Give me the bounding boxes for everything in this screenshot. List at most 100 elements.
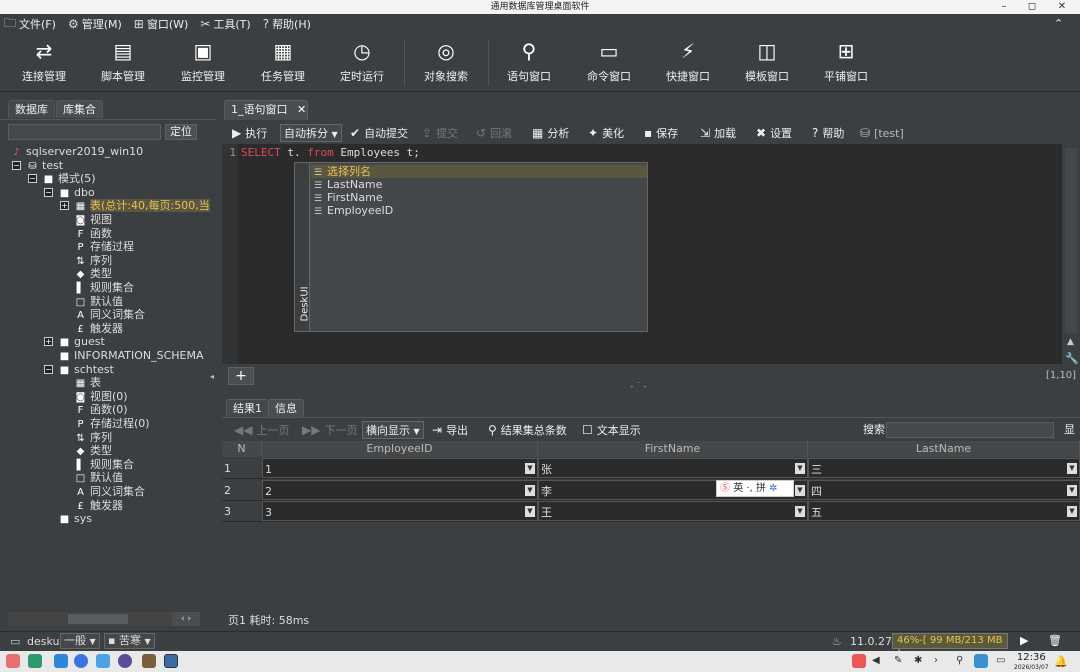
memory-indicator[interactable]: 46%-[ 99 MB/213 MB ] [892, 633, 1008, 660]
collapse-node-icon[interactable]: − [44, 364, 53, 374]
table-cell[interactable]: 张 ▼ [538, 458, 808, 478]
tree-node[interactable]: ⛁ test [26, 159, 63, 172]
toolbar-connection-manager[interactable]: ⇄ 连接管理 [6, 34, 82, 92]
tree-node[interactable]: ⇅ 序列 [74, 431, 112, 444]
pen-icon[interactable]: ✎ [894, 655, 902, 666]
autocomplete-item[interactable]: ☰ LastName [311, 178, 647, 191]
tree-node[interactable]: ▦ 表(总计:40,每页:500,当 [74, 199, 210, 213]
table-row[interactable]: 3 3 ▼ 王 ▼ 五 ▼ [222, 501, 1080, 522]
column-header[interactable]: EmployeeID [262, 441, 538, 457]
scrollbar-track[interactable] [1065, 148, 1077, 333]
save-button[interactable]: ▪ 保存 [644, 124, 678, 142]
cell-dropdown-icon[interactable]: ▼ [795, 463, 805, 474]
tree-node[interactable]: □ 默认值 [74, 471, 123, 484]
trash-icon[interactable]: 🗑 [1048, 634, 1062, 647]
scroll-up-icon[interactable]: ▲ [1067, 337, 1074, 347]
clock[interactable]: 12:36 2026/03/07 [1014, 653, 1049, 672]
table-row[interactable]: 1 1 ▼ 张 ▼ 三 ▼ [222, 458, 1080, 479]
tree-node[interactable]: ▌ 规则集合 [74, 281, 134, 294]
table-cell[interactable]: 王 ▼ [538, 501, 808, 521]
settings-button[interactable]: ✖ 设置 [756, 124, 792, 142]
toolbar-scheduled-run[interactable]: ◷ 定时运行 [324, 34, 400, 92]
collapse-node-icon[interactable]: − [12, 160, 21, 170]
network-tray-icon[interactable] [974, 654, 988, 668]
menu-window[interactable]: ⊞ 窗口(W) [134, 16, 189, 32]
menu-manage[interactable]: ⚙ 管理(M) [68, 16, 122, 32]
cell-dropdown-icon[interactable]: ▼ [795, 484, 805, 496]
table-cell[interactable]: 五 ▼ [808, 501, 1080, 521]
app-icon[interactable] [142, 654, 156, 668]
expand-node-icon[interactable]: + [60, 201, 69, 211]
current-database[interactable]: ⛁ [test] [860, 124, 904, 142]
toolbar-script-manager[interactable]: ▤ 脚本管理 [85, 34, 161, 92]
toolbar-template-window[interactable]: ◫ 模板窗口 [729, 34, 805, 92]
export-button[interactable]: ⇥ 导出 [432, 421, 468, 439]
collapse-node-icon[interactable]: − [44, 187, 53, 197]
splitter-handle[interactable]: - ˙ - [630, 382, 647, 392]
tree-node[interactable]: ◙ 视图(0) [74, 390, 128, 403]
wrench-icon[interactable]: 🔧 [1065, 352, 1079, 365]
add-editor-button[interactable]: + [228, 367, 254, 385]
execute-button[interactable]: ▶ 执行 [232, 124, 267, 142]
table-cell[interactable]: 3 ▼ [262, 501, 538, 521]
analyze-button[interactable]: ▦ 分析 [532, 124, 569, 142]
cell-dropdown-icon[interactable]: ▼ [795, 506, 805, 517]
tree-node[interactable]: □ 默认值 [74, 295, 123, 308]
autocomplete-item[interactable]: ☰ FirstName [311, 191, 647, 204]
result-count-button[interactable]: ⚲ 结果集总条数 [488, 421, 567, 439]
tree-node[interactable]: F 函数 [74, 227, 112, 240]
toolbar-task-manager[interactable]: ▦ 任务管理 [245, 34, 321, 92]
tree-node[interactable]: £ 触发器 [74, 499, 123, 512]
theme-select[interactable]: ▪ 苦寒 ▼ [104, 633, 155, 649]
tree-scroll-arrows[interactable]: ‹ › [172, 612, 200, 626]
deskui-app-icon[interactable] [164, 654, 178, 668]
tree-node[interactable]: ■ sys [58, 512, 92, 525]
commit-button[interactable]: ⇪ 提交 [422, 124, 458, 142]
ime-tray-icon[interactable] [852, 654, 866, 668]
load-button[interactable]: ⇲ 加载 [700, 124, 736, 142]
tray-expand-icon[interactable]: › [934, 655, 938, 666]
menu-file[interactable]: 🗀 文件(F) [4, 14, 56, 35]
next-page-button[interactable]: ▶▶ 下一页 [302, 421, 357, 439]
display-tray-icon[interactable]: ▭ [996, 655, 1005, 666]
ime-toolbar[interactable]: Ⓢ 英 ·, 拼 ✲ [716, 480, 794, 497]
autocomplete-item[interactable]: ☰ EmployeeID [311, 204, 647, 217]
tree-node[interactable]: ■ dbo [58, 186, 95, 199]
column-header[interactable]: N [222, 441, 262, 457]
bluetooth-icon[interactable]: ✱ [914, 655, 922, 666]
table-cell[interactable]: 四 ▼ [808, 479, 1080, 500]
column-header[interactable]: LastName [808, 441, 1080, 457]
toolbar-tile-window[interactable]: ⊞ 平铺窗口 [808, 34, 884, 92]
tree-node[interactable]: A 同义词集合 [74, 308, 145, 321]
tab-info[interactable]: 信息 [268, 399, 304, 417]
table-row[interactable]: 2 2 ▼ 李 ▼ 四 ▼ [222, 479, 1080, 501]
toolbar-monitor-manager[interactable]: ▣ 监控管理 [165, 34, 241, 92]
tree-node[interactable]: ■ 模式(5) [42, 172, 96, 185]
search-tray-icon[interactable]: ⚲ [956, 655, 963, 666]
maximize-button[interactable]: ◻ [1024, 0, 1040, 14]
files-app-icon[interactable] [54, 654, 68, 668]
tree-node[interactable]: ◙ 视图 [74, 213, 112, 226]
menu-tools[interactable]: ✂ 工具(T) [200, 16, 250, 32]
splitter-left-handle[interactable]: ◂ [210, 372, 214, 381]
close-tab-icon[interactable]: ✕ [297, 103, 306, 116]
cell-dropdown-icon[interactable]: ▼ [525, 484, 535, 496]
prev-page-button[interactable]: ◀◀ 上一页 [234, 421, 289, 439]
tree-node[interactable]: ⇅ 序列 [74, 254, 112, 267]
cell-dropdown-icon[interactable]: ▼ [1067, 484, 1077, 496]
expand-node-icon[interactable]: + [44, 337, 53, 347]
text-display-toggle[interactable]: ☐ 文本显示 [582, 421, 641, 439]
settings-app-icon[interactable] [118, 654, 132, 668]
table-cell[interactable]: 三 ▼ [808, 458, 1080, 478]
run-gc-icon[interactable]: ▶ [1020, 634, 1028, 647]
result-search-input[interactable] [886, 422, 1054, 438]
tree-node[interactable]: P 存储过程 [74, 240, 134, 253]
tree-search-input[interactable] [8, 124, 161, 140]
volume-icon[interactable]: ◀ [872, 655, 880, 666]
tab-database[interactable]: 数据库 [8, 100, 55, 118]
tree-node[interactable]: ◆ 类型 [74, 267, 112, 280]
editor-vertical-scrollbar[interactable]: ▲ 🔧 [1062, 144, 1080, 365]
terminal-app-icon[interactable] [28, 654, 42, 668]
mode-select[interactable]: 一般 ▼ [60, 633, 100, 649]
toolbar-statement-window[interactable]: ⚲ 语句窗口 [491, 34, 567, 92]
